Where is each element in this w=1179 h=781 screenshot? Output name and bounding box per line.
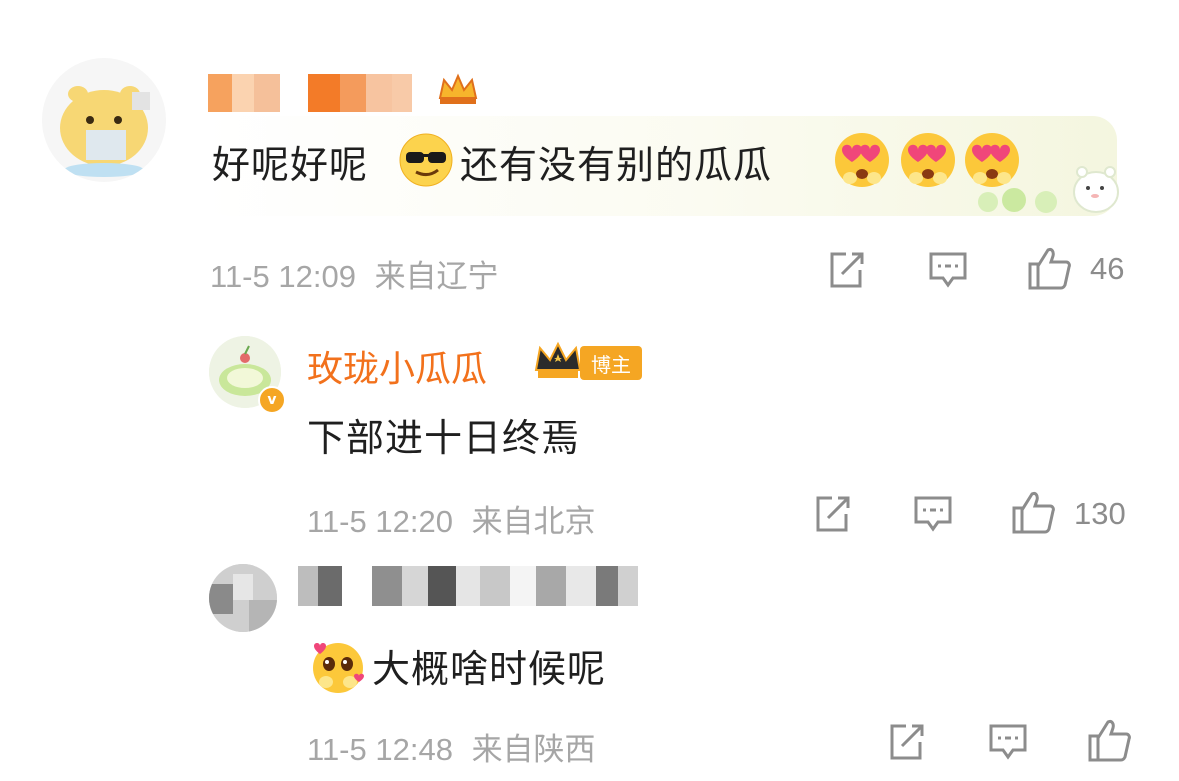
- share-icon[interactable]: [826, 250, 866, 294]
- username-blogger[interactable]: 玫珑小瓜瓜: [307, 340, 487, 392]
- like-count: 46: [1090, 251, 1125, 286]
- heart-eyes-emoji-icon: [898, 130, 958, 194]
- share-icon[interactable]: [886, 722, 926, 766]
- vip-crown-icon: [436, 72, 480, 110]
- username-mosaic[interactable]: [208, 74, 412, 112]
- comment-time: 11-5 12:48: [307, 732, 453, 767]
- comment-text-part1: 好呢好呢: [212, 143, 369, 187]
- comment-time: 11-5 12:20: [307, 504, 453, 539]
- author-tag: 博主: [580, 346, 642, 380]
- sunglasses-emoji-icon: [398, 132, 454, 192]
- comment-text: 下部进十日终焉: [307, 416, 581, 460]
- verified-badge-icon: v: [258, 386, 286, 414]
- comment-meta: 11-5 12:09 来自辽宁: [210, 251, 499, 296]
- comment-location: 来自辽宁: [374, 259, 499, 294]
- heart-eyes-emoji-icon: [832, 130, 892, 194]
- avatar-hamster[interactable]: [42, 58, 166, 182]
- comment-icon[interactable]: [927, 250, 969, 294]
- comment-meta: 11-5 12:48 来自陕西: [307, 724, 596, 769]
- comment-text: 大概啥时候呢: [372, 647, 607, 691]
- avatar-blurred[interactable]: [209, 564, 277, 632]
- share-icon[interactable]: [812, 494, 852, 538]
- like-count: 130: [1074, 496, 1126, 531]
- comment-icon[interactable]: [912, 494, 954, 538]
- comment-location: 来自陕西: [471, 732, 596, 767]
- comment-meta: 11-5 12:20 来自北京: [307, 496, 596, 541]
- pleading-emoji-icon: [308, 636, 368, 700]
- comment-location: 来自北京: [471, 504, 596, 539]
- comment-text-part2: 还有没有别的瓜瓜: [460, 143, 773, 187]
- comment-icon[interactable]: [987, 722, 1029, 766]
- vip-crown-icon: [532, 340, 584, 386]
- like-icon[interactable]: [1026, 246, 1072, 294]
- like-icon[interactable]: [1010, 490, 1056, 538]
- bubble-decoration-icon: [972, 156, 1122, 222]
- username-mosaic[interactable]: [298, 566, 638, 606]
- comment-time: 11-5 12:09: [210, 259, 356, 294]
- like-icon[interactable]: [1086, 718, 1132, 766]
